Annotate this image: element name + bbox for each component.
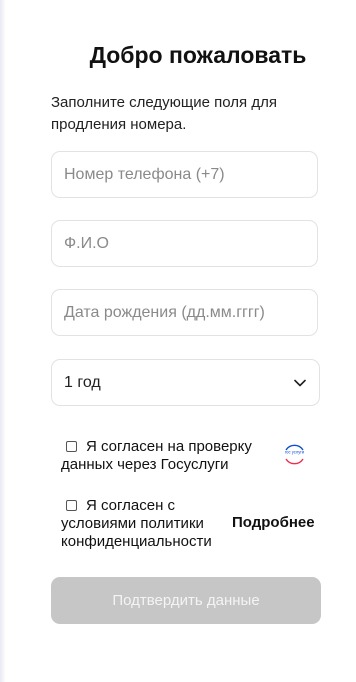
consent-policy-checkbox[interactable] xyxy=(66,499,77,511)
consent-gosuslugi-row: Я согласен на проверку данных через Госу… xyxy=(61,438,276,474)
gosuslugi-logo-icon: гос услуги xyxy=(282,442,307,467)
period-select[interactable]: 1 год xyxy=(51,359,320,406)
gosuslugi-logo-text: гос услуги xyxy=(285,450,305,455)
left-edge-shadow xyxy=(0,0,6,682)
consent-gosuslugi-checkbox[interactable] xyxy=(66,440,77,452)
phone-input[interactable] xyxy=(51,151,318,198)
period-select-value: 1 год xyxy=(64,373,101,391)
consent-gosuslugi-label: Я согласен на проверку данных через Госу… xyxy=(61,438,252,473)
page-title: Добро пожаловать xyxy=(89,42,307,68)
consent-policy-row: Я согласен с условиями политики конфиден… xyxy=(61,497,236,551)
submit-button[interactable]: Подтвердить данные xyxy=(51,577,321,624)
birth-date-input[interactable] xyxy=(51,289,318,336)
full-name-input[interactable] xyxy=(51,220,318,267)
consent-policy-label: Я согласен с условиями политики конфиден… xyxy=(61,497,212,550)
chevron-down-icon xyxy=(293,376,307,390)
more-details-link[interactable]: Подробнее xyxy=(232,514,315,531)
page-subtitle: Заполните следующие поля для продления н… xyxy=(51,94,277,133)
